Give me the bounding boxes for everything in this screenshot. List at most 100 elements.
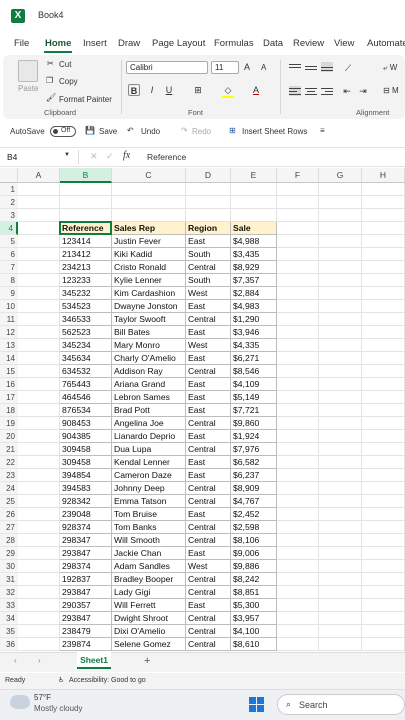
- table-cell[interactable]: 239874: [60, 638, 112, 651]
- table-cell[interactable]: 464546: [60, 391, 112, 404]
- taskbar-search[interactable]: ⌕ Search: [277, 694, 405, 715]
- table-cell[interactable]: $2,452: [231, 508, 277, 521]
- tab-data[interactable]: Data: [263, 38, 283, 49]
- underline-button[interactable]: U: [163, 84, 175, 96]
- row-header[interactable]: 12: [0, 326, 18, 339]
- table-cell[interactable]: East: [186, 235, 231, 248]
- row-header[interactable]: 11: [0, 313, 18, 326]
- table-cell[interactable]: 928342: [60, 495, 112, 508]
- table-cell[interactable]: East: [186, 508, 231, 521]
- table-cell[interactable]: 345634: [60, 352, 112, 365]
- table-cell[interactable]: 290357: [60, 599, 112, 612]
- table-cell[interactable]: Cristo Ronald: [112, 261, 186, 274]
- table-cell[interactable]: Dixi O'Amelio: [112, 625, 186, 638]
- table-cell[interactable]: 534523: [60, 300, 112, 313]
- column-header-e[interactable]: E: [231, 168, 277, 183]
- table-cell[interactable]: Central: [186, 534, 231, 547]
- wrap-text-button[interactable]: ⤶ W: [383, 63, 397, 73]
- accessibility-status[interactable]: Accessibility: Good to go: [69, 677, 146, 684]
- table-cell[interactable]: Bradley Booper: [112, 573, 186, 586]
- row-header[interactable]: 29: [0, 547, 18, 560]
- table-cell[interactable]: $8,106: [231, 534, 277, 547]
- column-header-f[interactable]: F: [277, 168, 319, 183]
- enter-icon[interactable]: ✓: [106, 151, 114, 162]
- align-left-icon[interactable]: [289, 86, 301, 96]
- table-cell[interactable]: Central: [186, 313, 231, 326]
- italic-button[interactable]: I: [146, 84, 158, 96]
- cut-icon[interactable]: ✂: [47, 59, 54, 68]
- increase-indent-icon[interactable]: ⇥: [357, 85, 369, 97]
- redo-button[interactable]: Redo: [192, 127, 211, 136]
- table-cell[interactable]: 293847: [60, 612, 112, 625]
- table-header-cell[interactable]: Sales Rep: [112, 222, 186, 235]
- table-cell[interactable]: 928374: [60, 521, 112, 534]
- table-cell[interactable]: Addison Ray: [112, 365, 186, 378]
- table-cell[interactable]: Kendal Lenner: [112, 456, 186, 469]
- table-cell[interactable]: Adam Sandles: [112, 560, 186, 573]
- table-cell[interactable]: $4,983: [231, 300, 277, 313]
- table-cell[interactable]: East: [186, 469, 231, 482]
- row-header[interactable]: 22: [0, 456, 18, 469]
- worksheet-grid[interactable]: A B C D E F G H 1 2 3 4 5 6 7 8 9 10 11 12 13 14 15 16 17 18 19 20 2…: [0, 168, 405, 651]
- tab-home[interactable]: Home: [45, 38, 71, 49]
- column-header-c[interactable]: C: [112, 168, 186, 183]
- table-cell[interactable]: West: [186, 560, 231, 573]
- table-cell[interactable]: 904385: [60, 430, 112, 443]
- table-cell[interactable]: 346533: [60, 313, 112, 326]
- name-box[interactable]: B4: [4, 150, 72, 164]
- undo-icon[interactable]: ↶: [127, 126, 134, 135]
- table-cell[interactable]: Central: [186, 495, 231, 508]
- table-cell[interactable]: 239048: [60, 508, 112, 521]
- row-header[interactable]: 17: [0, 391, 18, 404]
- table-cell[interactable]: $1,290: [231, 313, 277, 326]
- start-icon[interactable]: [249, 697, 264, 712]
- table-cell[interactable]: $4,100: [231, 625, 277, 638]
- cut-button[interactable]: Cut: [59, 60, 71, 69]
- table-cell[interactable]: Selene Gomez: [112, 638, 186, 651]
- row-header[interactable]: 27: [0, 521, 18, 534]
- table-cell[interactable]: Kiki Kadid: [112, 248, 186, 261]
- table-cell[interactable]: 394583: [60, 482, 112, 495]
- table-cell[interactable]: Central: [186, 586, 231, 599]
- table-cell[interactable]: $4,988: [231, 235, 277, 248]
- table-cell[interactable]: $7,976: [231, 443, 277, 456]
- row-header[interactable]: 4: [0, 222, 18, 235]
- row-header[interactable]: 18: [0, 404, 18, 417]
- table-cell[interactable]: $2,884: [231, 287, 277, 300]
- paste-icon[interactable]: [18, 60, 38, 82]
- table-cell[interactable]: East: [186, 352, 231, 365]
- table-cell[interactable]: $8,610: [231, 638, 277, 651]
- row-header[interactable]: 7: [0, 261, 18, 274]
- table-cell[interactable]: 192837: [60, 573, 112, 586]
- tab-view[interactable]: View: [334, 38, 354, 49]
- row-header[interactable]: 23: [0, 469, 18, 482]
- table-cell[interactable]: $9,860: [231, 417, 277, 430]
- table-cell[interactable]: East: [186, 326, 231, 339]
- table-cell[interactable]: 908453: [60, 417, 112, 430]
- row-header[interactable]: 8: [0, 274, 18, 287]
- copy-icon[interactable]: ❐: [46, 76, 53, 85]
- table-cell[interactable]: 293847: [60, 547, 112, 560]
- table-cell[interactable]: 298347: [60, 534, 112, 547]
- table-cell[interactable]: Will Ferrett: [112, 599, 186, 612]
- table-cell[interactable]: Central: [186, 625, 231, 638]
- row-header[interactable]: 9: [0, 287, 18, 300]
- prev-sheet-icon[interactable]: ‹: [14, 656, 17, 665]
- column-header-d[interactable]: D: [186, 168, 231, 183]
- table-cell[interactable]: Johnny Deep: [112, 482, 186, 495]
- table-cell[interactable]: West: [186, 339, 231, 352]
- table-cell[interactable]: Central: [186, 521, 231, 534]
- format-painter-button[interactable]: Format Painter: [59, 95, 112, 104]
- table-cell[interactable]: 238479: [60, 625, 112, 638]
- table-cell[interactable]: Charly O'Amelio: [112, 352, 186, 365]
- table-cell[interactable]: $2,598: [231, 521, 277, 534]
- table-cell[interactable]: East: [186, 547, 231, 560]
- table-cell[interactable]: Will Smooth: [112, 534, 186, 547]
- row-header[interactable]: 25: [0, 495, 18, 508]
- autosave-toggle[interactable]: Off: [50, 126, 76, 137]
- table-cell[interactable]: 123233: [60, 274, 112, 287]
- insert-sheet-rows-button[interactable]: Insert Sheet Rows: [242, 127, 307, 136]
- table-cell[interactable]: $6,582: [231, 456, 277, 469]
- align-right-icon[interactable]: [321, 86, 333, 96]
- next-sheet-icon[interactable]: ›: [38, 656, 41, 665]
